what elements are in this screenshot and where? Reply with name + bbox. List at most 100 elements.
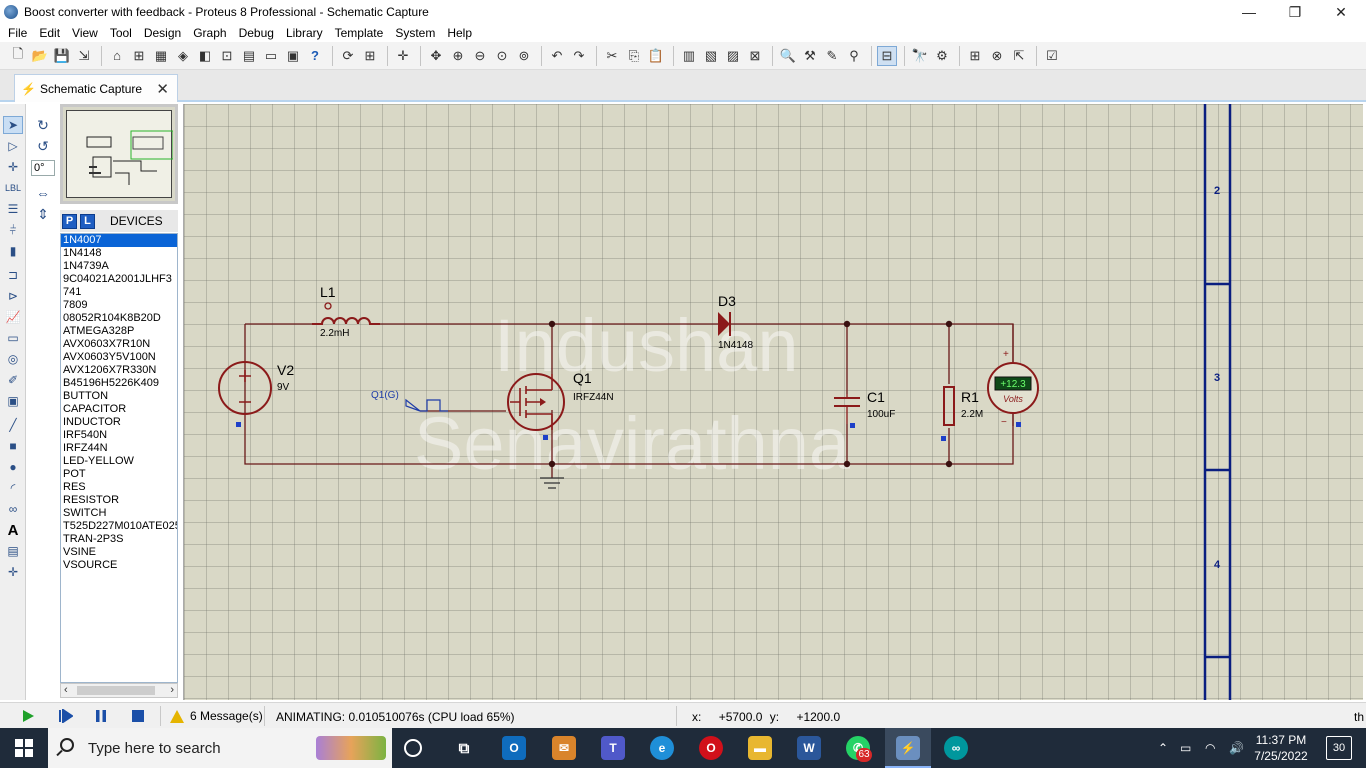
menu-graph[interactable]: Graph bbox=[187, 26, 232, 40]
inductor-L1[interactable]: L1 2.2mH bbox=[312, 284, 380, 339]
device-item[interactable]: 7809 bbox=[61, 299, 177, 312]
zoom-area-icon[interactable]: ⊚ bbox=[514, 46, 534, 66]
start-button[interactable] bbox=[0, 728, 48, 768]
import-icon[interactable]: ⇲ bbox=[74, 46, 94, 66]
component-mode-icon[interactable]: ▷ bbox=[3, 137, 23, 155]
device-item[interactable]: IRF540N bbox=[61, 429, 177, 442]
resistor-R1[interactable]: R1 2.2M bbox=[941, 386, 983, 441]
opera-icon[interactable]: O bbox=[699, 736, 723, 760]
wire-autorouter-icon[interactable]: ⊟ bbox=[877, 45, 897, 66]
block-rotate-icon[interactable]: ▨ bbox=[723, 46, 743, 66]
remove-sheet-icon[interactable]: ⊗ bbox=[987, 46, 1007, 66]
device-item[interactable]: AVX0603Y5V100N bbox=[61, 351, 177, 364]
close-window-button[interactable]: ✕ bbox=[1318, 0, 1364, 24]
block-delete-icon[interactable]: ⊠ bbox=[745, 46, 765, 66]
virtual-instruments-icon[interactable]: ▣ bbox=[3, 392, 23, 410]
selection-mode-icon[interactable]: ➤ bbox=[3, 116, 23, 134]
cut-icon[interactable]: ✂ bbox=[602, 46, 622, 66]
device-item[interactable]: 1N4007 bbox=[61, 234, 177, 247]
copy-icon[interactable]: ⎘ bbox=[624, 46, 644, 66]
device-item[interactable]: 1N4148 bbox=[61, 247, 177, 260]
wifi-icon[interactable]: ◠ bbox=[1205, 728, 1215, 768]
step-simulation-button[interactable] bbox=[58, 708, 74, 724]
battery-icon[interactable]: ▭ bbox=[1180, 728, 1191, 768]
mirror-horizontal-icon[interactable]: ⇔ bbox=[32, 184, 54, 202]
source-code-icon[interactable]: ▭ bbox=[261, 46, 281, 66]
pause-simulation-button[interactable] bbox=[93, 708, 109, 724]
stop-simulation-button[interactable] bbox=[130, 708, 146, 724]
electrical-rule-check-icon[interactable]: ☑ bbox=[1042, 46, 1062, 66]
path-tool-icon[interactable]: ∞ bbox=[3, 500, 23, 518]
new-file-icon[interactable]: 🗋 bbox=[8, 46, 28, 66]
block-move-icon[interactable]: ▧ bbox=[701, 46, 721, 66]
rotation-angle-field[interactable]: 0° bbox=[31, 160, 55, 176]
device-item[interactable]: 1N4739A bbox=[61, 260, 177, 273]
device-item[interactable]: VSOURCE bbox=[61, 559, 177, 572]
zoom-out-icon[interactable]: ⊖ bbox=[470, 46, 490, 66]
line-tool-icon[interactable]: ╱ bbox=[3, 416, 23, 434]
library-icon[interactable]: ▣ bbox=[283, 46, 303, 66]
scroll-right-icon[interactable]: › bbox=[170, 684, 174, 696]
library-manager-button[interactable]: L bbox=[80, 213, 95, 229]
taskbar-search-box[interactable]: Type here to search bbox=[48, 728, 392, 768]
dc-voltmeter[interactable]: +12.3 Volts + − bbox=[987, 324, 1039, 428]
cortana-icon[interactable] bbox=[404, 739, 422, 757]
device-item[interactable]: CAPACITOR bbox=[61, 403, 177, 416]
refresh-icon[interactable]: ⟳ bbox=[338, 46, 358, 66]
device-item[interactable]: T525D227M010ATE025 bbox=[61, 520, 177, 533]
exit-to-parent-icon[interactable]: ⇱ bbox=[1009, 46, 1029, 66]
buses-icon[interactable]: ⫩ bbox=[3, 221, 23, 239]
decompose-icon[interactable]: ⚲ bbox=[844, 46, 864, 66]
marker-tool-icon[interactable]: ✛ bbox=[3, 563, 23, 581]
make-device-icon[interactable]: ⚒ bbox=[800, 46, 820, 66]
device-item[interactable]: AVX0603X7R10N bbox=[61, 338, 177, 351]
mirror-vertical-icon[interactable]: ⇕ bbox=[32, 205, 54, 223]
3d-icon[interactable]: ◈ bbox=[173, 46, 193, 66]
edge-icon[interactable]: e bbox=[650, 736, 674, 760]
device-item[interactable]: LED-YELLOW bbox=[61, 455, 177, 468]
pan-icon[interactable]: ✥ bbox=[426, 46, 446, 66]
block-copy-icon[interactable]: ▥ bbox=[679, 46, 699, 66]
graph-icon[interactable]: 📈 bbox=[3, 308, 23, 326]
units-indicator[interactable]: th bbox=[1354, 710, 1364, 724]
voltage-probe-icon[interactable]: ✐ bbox=[3, 371, 23, 389]
text-tool-icon[interactable]: A bbox=[3, 521, 23, 539]
pick-device-icon[interactable]: 🔍 bbox=[778, 46, 798, 66]
menu-design[interactable]: Design bbox=[138, 26, 187, 40]
arduino-icon[interactable]: ∞ bbox=[944, 736, 968, 760]
word-icon[interactable]: W bbox=[797, 736, 821, 760]
generator-icon[interactable]: ◎ bbox=[3, 350, 23, 368]
search-tag-icon[interactable]: 🔭 bbox=[910, 46, 930, 66]
bom-icon[interactable]: ▤ bbox=[239, 46, 259, 66]
new-sheet-icon[interactable]: ⊞ bbox=[965, 46, 985, 66]
menu-file[interactable]: File bbox=[2, 26, 33, 40]
device-list-scrollbar[interactable]: ‹ › bbox=[60, 683, 178, 698]
device-item[interactable]: RES bbox=[61, 481, 177, 494]
box-tool-icon[interactable]: ■ bbox=[3, 437, 23, 455]
overview-window[interactable] bbox=[60, 104, 178, 204]
volume-icon[interactable]: 🔊 bbox=[1229, 728, 1244, 768]
device-item[interactable]: ATMEGA328P bbox=[61, 325, 177, 338]
outlook-icon[interactable]: O bbox=[502, 736, 526, 760]
messages-indicator[interactable]: 6 Message(s) bbox=[170, 709, 263, 723]
device-item[interactable]: VSINE bbox=[61, 546, 177, 559]
voltage-source-V2[interactable]: V2 9V bbox=[218, 361, 294, 427]
teams-icon[interactable]: T bbox=[601, 736, 625, 760]
device-item[interactable]: POT bbox=[61, 468, 177, 481]
menu-help[interactable]: Help bbox=[441, 26, 478, 40]
scroll-left-icon[interactable]: ‹ bbox=[64, 684, 68, 696]
menu-debug[interactable]: Debug bbox=[233, 26, 280, 40]
circle-tool-icon[interactable]: ● bbox=[3, 458, 23, 476]
device-item[interactable]: RESISTOR bbox=[61, 494, 177, 507]
scroll-thumb[interactable] bbox=[77, 686, 155, 695]
menu-template[interactable]: Template bbox=[329, 26, 390, 40]
mail-icon[interactable]: ✉ bbox=[552, 736, 576, 760]
notification-center-button[interactable]: 30 bbox=[1326, 736, 1352, 760]
tape-recorder-icon[interactable]: ▭ bbox=[3, 329, 23, 347]
grid-toggle-icon[interactable]: ⊞ bbox=[360, 46, 380, 66]
rotate-anticlockwise-icon[interactable]: ↺ bbox=[32, 137, 54, 155]
minimize-button[interactable]: — bbox=[1226, 0, 1272, 24]
home-icon[interactable]: ⌂ bbox=[107, 46, 127, 66]
device-item[interactable]: BUTTON bbox=[61, 390, 177, 403]
tab-close-icon[interactable]: ✕ bbox=[156, 80, 169, 98]
